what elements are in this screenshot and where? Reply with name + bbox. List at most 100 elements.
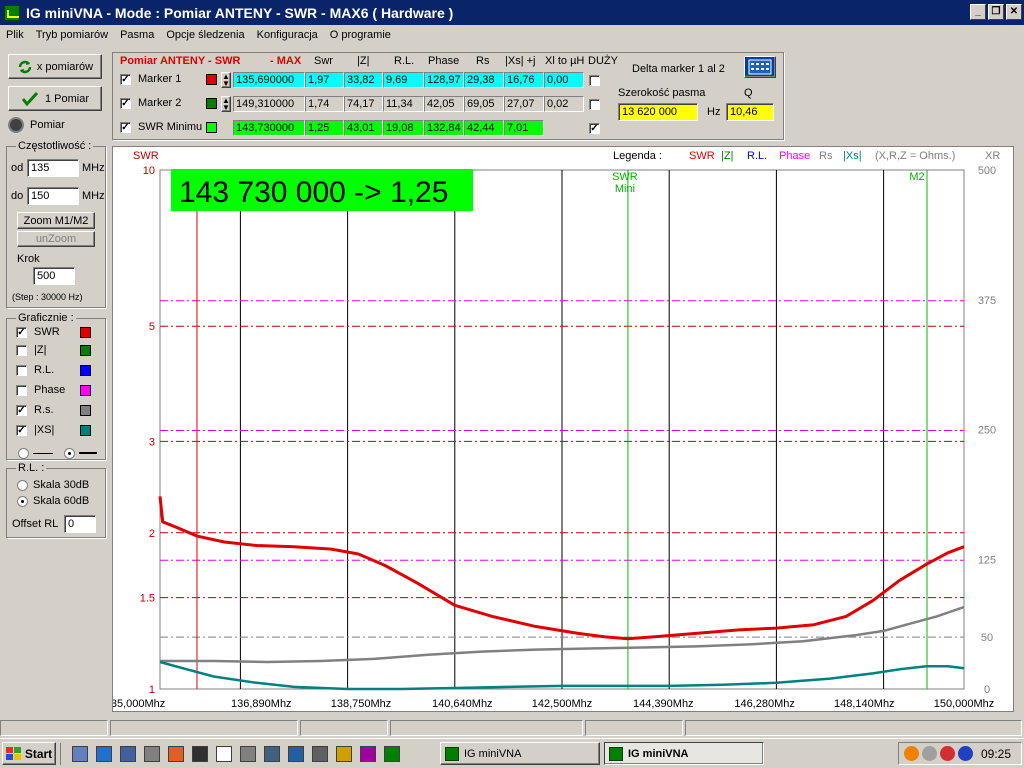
duzy-checkbox[interactable]: ✓ [589, 123, 600, 134]
task-button-1[interactable]: IG miniVNA [440, 742, 600, 765]
hz-label: Hz [707, 106, 721, 118]
taskbar: Start IG miniVNA IG miniVNA 09:25 [0, 738, 1024, 768]
duzy-checkbox[interactable] [589, 99, 600, 110]
x-tick-label: 146,280Mhz [734, 698, 795, 710]
y-right-tick-label: 500 [978, 165, 996, 177]
menu-pasma[interactable]: Pasma [114, 29, 160, 41]
graf-color-swatch [80, 345, 91, 356]
graf-color-swatch [80, 327, 91, 338]
marker-spinner[interactable]: ▲ ▼ [221, 72, 231, 88]
x-tick-label: 138,750Mhz [331, 698, 392, 710]
q-value: 10,46 [726, 103, 774, 121]
do-unit: MHz [82, 190, 105, 202]
skala30-radio[interactable] [17, 480, 28, 491]
quick-launch-icon[interactable] [168, 746, 184, 762]
marker-value: 27,07 [504, 96, 544, 112]
marker-value: 74,17 [344, 96, 383, 112]
thick-line-radio[interactable] [64, 448, 75, 459]
x-pomiarow-button[interactable]: x pomiarów [8, 54, 102, 79]
marker-checkbox[interactable]: ✓ [120, 74, 131, 85]
quick-launch-icon[interactable] [312, 746, 328, 762]
task-button-2[interactable]: IG miniVNA [604, 742, 764, 765]
offset-rl-input[interactable]: 0 [64, 515, 96, 533]
marker-spinner[interactable]: ▲ ▼ [221, 96, 231, 112]
marker-frequency: 135,690000 [233, 72, 305, 88]
quick-launch-icon[interactable] [144, 746, 160, 762]
quick-launch-icon[interactable] [264, 746, 280, 762]
graf-checkbox[interactable] [16, 365, 27, 376]
vna-task-icon [609, 746, 623, 761]
tray-icon-3[interactable] [940, 746, 955, 761]
minimize-button[interactable]: _ [970, 4, 986, 20]
window-controls: _ ❐ ✕ [970, 4, 1022, 20]
marker-value: 43,01 [344, 120, 383, 136]
window-title: IG miniVNA - Mode : Pomiar ANTENY - SWR … [26, 4, 454, 21]
menu-plik[interactable]: Plik [0, 29, 30, 41]
status-pane-1 [0, 720, 108, 736]
menu-konfiguracja[interactable]: Konfiguracja [251, 29, 324, 41]
skala30-label: Skala 30dB [33, 479, 90, 491]
tray-icon-2[interactable] [922, 746, 937, 761]
result-banner-text: 143 730 000 -> 1,25 [179, 176, 448, 209]
rl-group-title: R.L. : [16, 462, 47, 474]
marker-value: 33,82 [344, 72, 383, 88]
graf-item-label: R.s. [34, 404, 54, 416]
bandwidth-label: Szerokość pasma [618, 87, 706, 99]
calculator-button[interactable] [744, 56, 776, 78]
marker-value: 19,08 [383, 120, 424, 136]
windows-logo-icon [5, 746, 21, 760]
one-pomiar-button[interactable]: 1 Pomiar [8, 86, 102, 111]
x-tick-label: 140,640Mhz [432, 698, 493, 710]
start-button[interactable]: Start [2, 742, 56, 765]
quick-launch-icon[interactable] [72, 746, 88, 762]
graf-checkbox[interactable]: ✓ [16, 425, 27, 436]
quick-launch-icon[interactable] [384, 746, 400, 762]
od-input[interactable]: 135 [27, 159, 79, 177]
graf-checkbox[interactable]: ✓ [16, 327, 27, 338]
tray-icon-1[interactable] [904, 746, 919, 761]
y-right-tick-label: 250 [978, 425, 996, 437]
quick-launch-icon[interactable] [336, 746, 352, 762]
app-icon [4, 4, 20, 21]
graf-checkbox[interactable] [16, 385, 27, 396]
graf-checkbox[interactable]: ✓ [16, 405, 27, 416]
quick-launch-icon[interactable] [288, 746, 304, 762]
quick-launch-icon[interactable] [96, 746, 112, 762]
od-unit: MHz [82, 162, 105, 174]
bandwidth-value: 13 620 000 [618, 103, 698, 121]
do-input[interactable]: 150 [27, 187, 79, 205]
table-header: |Z| [357, 55, 370, 67]
task-1-label: IG miniVNA [464, 747, 522, 760]
zoom-m1m2-button[interactable]: Zoom M1/M2 [17, 212, 95, 229]
marker-value: 16,76 [504, 72, 544, 88]
od-label: od [11, 162, 24, 174]
marker-value: 29,38 [464, 72, 504, 88]
krok-input[interactable]: 500 [33, 267, 75, 285]
clock: 09:25 [981, 747, 1012, 761]
duzy-checkbox[interactable] [589, 75, 600, 86]
marker-checkbox[interactable]: ✓ [120, 122, 131, 133]
maximize-button[interactable]: ❐ [988, 4, 1004, 20]
close-button[interactable]: ✕ [1006, 4, 1022, 20]
graf-item-label: SWR [34, 326, 60, 338]
unzoom-button[interactable]: unZoom [17, 231, 95, 247]
quick-launch-icon[interactable] [120, 746, 136, 762]
marker-checkbox[interactable]: ✓ [120, 98, 131, 109]
skala60-radio[interactable] [17, 496, 28, 507]
quick-launch-icon[interactable] [192, 746, 208, 762]
thin-line-radio[interactable] [18, 448, 29, 459]
menu-opcje-sledzenia[interactable]: Opcje śledzenia [160, 29, 250, 41]
quick-launch-icon[interactable] [360, 746, 376, 762]
tray-icon-4[interactable] [958, 746, 973, 761]
graf-color-swatch [80, 365, 91, 376]
marker-value: 69,05 [464, 96, 504, 112]
marker-value: 9,69 [383, 72, 424, 88]
graf-checkbox[interactable] [16, 345, 27, 356]
quick-launch-icon[interactable] [240, 746, 256, 762]
graf-color-swatch [80, 405, 91, 416]
menu-tryb-pomiarow[interactable]: Tryb pomiarów [30, 29, 114, 41]
quick-launch-icon[interactable] [216, 746, 232, 762]
y-left-tick-label: 2 [149, 528, 155, 540]
graf-item-label: |XS| [34, 424, 55, 436]
menu-o-programie[interactable]: O programie [324, 29, 397, 41]
